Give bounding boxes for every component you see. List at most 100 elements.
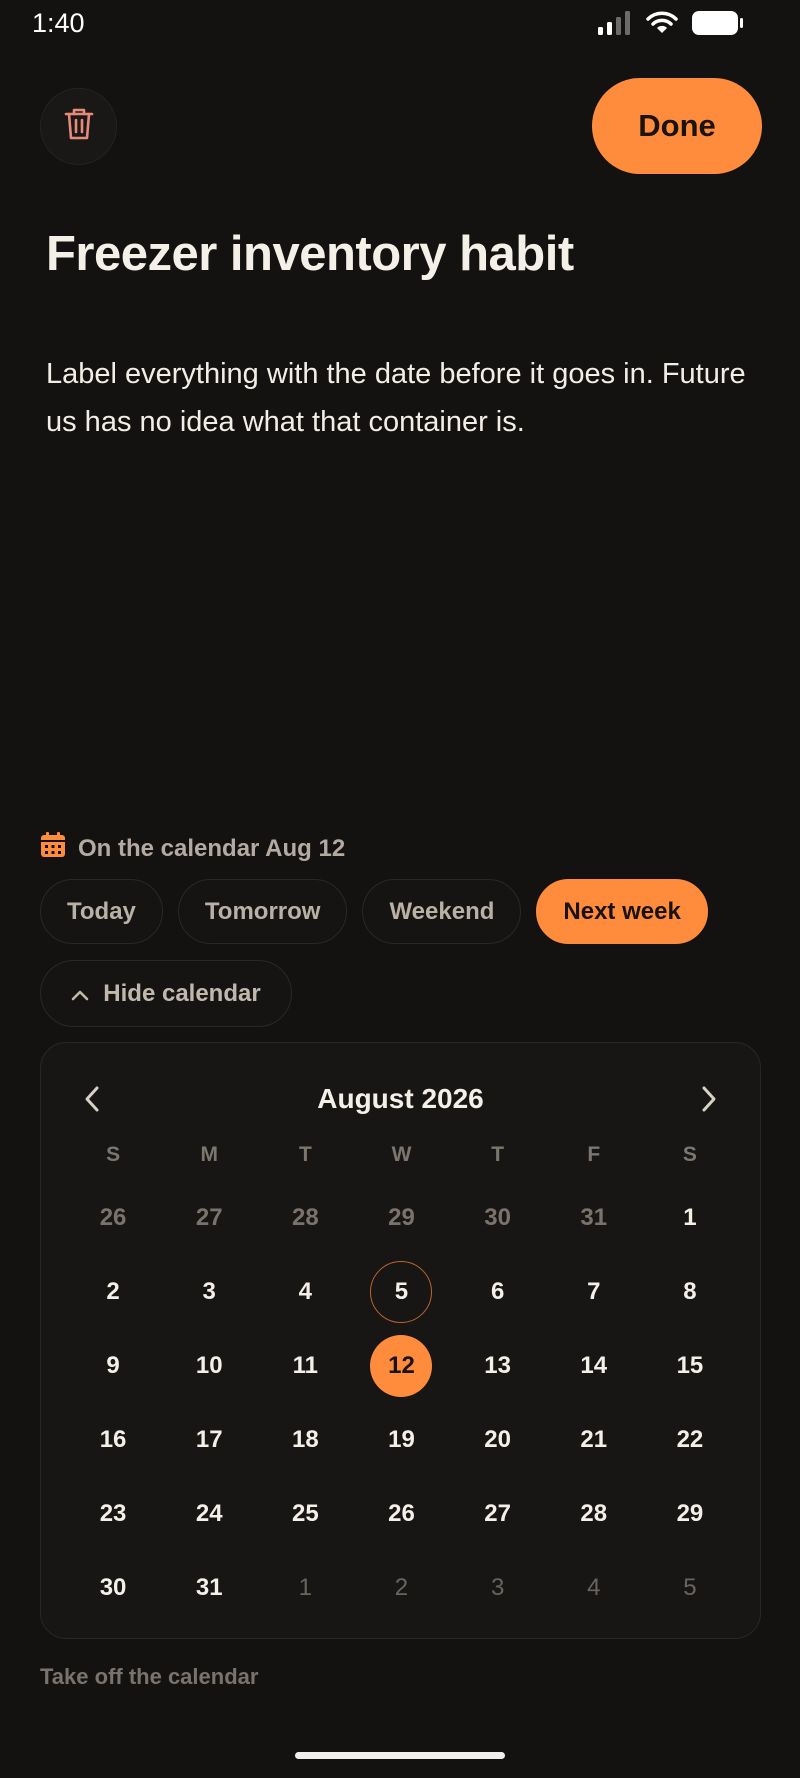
calendar-day[interactable]: 3 — [450, 1551, 546, 1625]
calendar-day[interactable]: 6 — [450, 1255, 546, 1329]
calendar-day[interactable]: 7 — [546, 1255, 642, 1329]
calendar-day-number: 21 — [580, 1426, 608, 1453]
calendar-day-number: 23 — [99, 1500, 127, 1527]
calendar-day[interactable]: 10 — [161, 1329, 257, 1403]
chip-next-week[interactable]: Next week — [536, 879, 708, 944]
calendar-day-number: 2 — [394, 1574, 409, 1601]
home-indicator — [295, 1752, 505, 1759]
calendar-icon — [40, 832, 66, 865]
calendar-day-number: 31 — [195, 1574, 223, 1601]
calendar-day[interactable]: 29 — [353, 1181, 449, 1255]
calendar-day[interactable]: 26 — [65, 1181, 161, 1255]
calendar-status: On the calendar Aug 12 — [40, 832, 345, 865]
calendar-day-number: 6 — [490, 1278, 505, 1305]
next-month-button[interactable] — [694, 1083, 724, 1119]
weekday-label: S — [106, 1143, 121, 1166]
weekday-header: SMTWTFS — [65, 1143, 738, 1167]
chevron-up-icon — [71, 980, 89, 1008]
calendar-day[interactable]: 2 — [353, 1551, 449, 1625]
weekday-label: W — [391, 1143, 412, 1166]
calendar-day[interactable]: 30 — [450, 1181, 546, 1255]
delete-button[interactable] — [40, 88, 117, 165]
calendar-day-number: 4 — [587, 1574, 601, 1601]
chip-tomorrow[interactable]: Tomorrow — [177, 879, 348, 944]
calendar-day[interactable]: 3 — [161, 1255, 257, 1329]
calendar-day-number: 31 — [580, 1204, 608, 1231]
date-picker: August 2026 SMTWTFS 26 27 28 29 30 31 1 2 3 4 5 6 7 8… — [40, 1042, 761, 1639]
calendar-day-number: 3 — [490, 1574, 505, 1601]
calendar-day-number: 12 — [370, 1335, 433, 1397]
calendar-day-number: 28 — [580, 1500, 608, 1527]
calendar-day[interactable]: 28 — [257, 1181, 353, 1255]
calendar-day[interactable]: 4 — [257, 1255, 353, 1329]
weekday-label: T — [491, 1143, 505, 1166]
take-off-calendar-button[interactable]: Take off the calendar — [40, 1664, 258, 1690]
calendar-day-number: 30 — [484, 1204, 511, 1231]
calendar-day-number: 15 — [676, 1352, 704, 1379]
calendar-day-number: 13 — [484, 1352, 511, 1379]
hide-calendar-button[interactable]: Hide calendar — [40, 960, 292, 1027]
calendar-day[interactable]: 22 — [642, 1403, 738, 1477]
calendar-day[interactable]: 24 — [161, 1477, 257, 1551]
calendar-day-number: 16 — [99, 1426, 127, 1453]
calendar-day[interactable]: 21 — [546, 1403, 642, 1477]
calendar-day-number: 10 — [195, 1352, 223, 1379]
weekday-label: F — [587, 1143, 601, 1166]
calendar-day-number: 19 — [388, 1426, 415, 1453]
calendar-day-number: 24 — [195, 1500, 223, 1527]
signal-icon — [598, 11, 632, 40]
calendar-day-number: 29 — [388, 1204, 415, 1231]
calendar-day[interactable]: 9 — [65, 1329, 161, 1403]
calendar-day[interactable]: 19 — [353, 1403, 449, 1477]
calendar-day[interactable]: 5 — [642, 1551, 738, 1625]
calendar-day[interactable]: 13 — [450, 1329, 546, 1403]
calendar-day[interactable]: 4 — [546, 1551, 642, 1625]
calendar-day-number: 4 — [298, 1278, 313, 1305]
calendar-day-number: 8 — [683, 1278, 697, 1305]
note-title[interactable]: Freezer inventory habit — [46, 226, 574, 282]
calendar-day-number: 29 — [676, 1500, 704, 1527]
calendar-day[interactable]: 2 — [65, 1255, 161, 1329]
hide-calendar-label: Hide calendar — [103, 979, 261, 1007]
day-grid: 26 27 28 29 30 31 1 2 3 4 5 6 7 8 9 10 11 12 13 14 15 16 17 18 1… — [65, 1181, 738, 1625]
calendar-day[interactable]: 28 — [546, 1477, 642, 1551]
calendar-day-number: 1 — [683, 1204, 697, 1231]
calendar-day[interactable]: 8 — [642, 1255, 738, 1329]
calendar-day[interactable]: 5 — [353, 1255, 449, 1329]
calendar-day[interactable]: 26 — [353, 1477, 449, 1551]
quick-date-chips: Today Tomorrow Weekend Next week — [40, 879, 708, 944]
chip-today[interactable]: Today — [40, 879, 163, 944]
calendar-day[interactable]: 18 — [257, 1403, 353, 1477]
chip-weekend[interactable]: Weekend — [362, 879, 522, 944]
calendar-day[interactable]: 1 — [257, 1551, 353, 1625]
calendar-day-number: 26 — [99, 1204, 127, 1231]
calendar-day[interactable]: 27 — [450, 1477, 546, 1551]
calendar-day-number: 27 — [195, 1204, 223, 1231]
calendar-day-number: 2 — [106, 1278, 120, 1305]
calendar-day-number: 20 — [484, 1426, 511, 1453]
calendar-month-title: August 2026 — [317, 1083, 484, 1114]
calendar-day[interactable]: 23 — [65, 1477, 161, 1551]
battery-icon — [692, 10, 744, 41]
wifi-icon — [646, 11, 678, 40]
calendar-day[interactable]: 30 — [65, 1551, 161, 1625]
calendar-day[interactable]: 11 — [257, 1329, 353, 1403]
done-button[interactable]: Done — [592, 78, 762, 174]
calendar-day[interactable]: 31 — [161, 1551, 257, 1625]
calendar-day[interactable]: 14 — [546, 1329, 642, 1403]
calendar-day[interactable]: 17 — [161, 1403, 257, 1477]
status-bar: 1:40 — [0, 0, 800, 48]
calendar-day[interactable]: 29 — [642, 1477, 738, 1551]
weekday-label: T — [298, 1143, 312, 1166]
calendar-day[interactable]: 27 — [161, 1181, 257, 1255]
note-body[interactable]: Label everything with the date before it… — [46, 350, 766, 446]
calendar-day-number: 26 — [388, 1500, 415, 1527]
calendar-day[interactable]: 20 — [450, 1403, 546, 1477]
calendar-day[interactable]: 25 — [257, 1477, 353, 1551]
calendar-day-number: 11 — [292, 1352, 319, 1379]
calendar-day[interactable]: 15 — [642, 1329, 738, 1403]
calendar-day[interactable]: 31 — [546, 1181, 642, 1255]
calendar-day[interactable]: 1 — [642, 1181, 738, 1255]
calendar-day[interactable]: 16 — [65, 1403, 161, 1477]
calendar-day[interactable]: 12 — [353, 1329, 449, 1403]
